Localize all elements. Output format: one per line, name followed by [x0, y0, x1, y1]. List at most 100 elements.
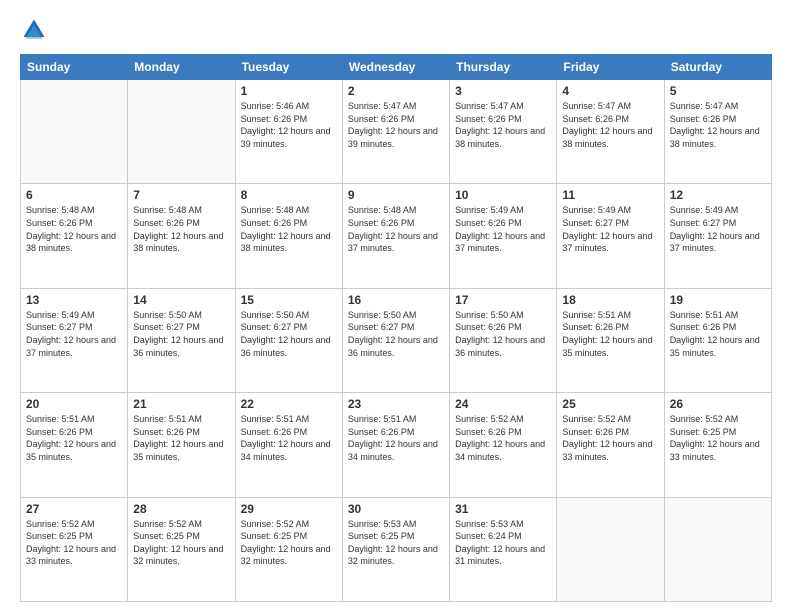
- day-number: 15: [241, 293, 337, 307]
- logo-icon: [20, 16, 48, 44]
- day-number: 4: [562, 84, 658, 98]
- day-number: 21: [133, 397, 229, 411]
- day-number: 20: [26, 397, 122, 411]
- day-cell: 11 Sunrise: 5:49 AMSunset: 6:27 PMDayligh…: [557, 184, 664, 288]
- day-cell: 10Sunrise: 5:49 AMSunset: 6:26 PMDayligh…: [450, 184, 557, 288]
- day-detail: Sunrise: 5:52 AMSunset: 6:25 PMDaylight:…: [26, 518, 122, 568]
- day-cell: 1Sunrise: 5:46 AMSunset: 6:26 PMDaylight…: [235, 80, 342, 184]
- day-cell: 29Sunrise: 5:52 AMSunset: 6:25 PMDayligh…: [235, 497, 342, 601]
- weekday-header-tuesday: Tuesday: [235, 55, 342, 80]
- day-detail: Sunrise: 5:53 AMSunset: 6:24 PMDaylight:…: [455, 518, 551, 568]
- day-number: 28: [133, 502, 229, 516]
- day-number: 12: [670, 188, 766, 202]
- weekday-header-sunday: Sunday: [21, 55, 128, 80]
- day-number: 24: [455, 397, 551, 411]
- day-detail: Sunrise: 5:50 AMSunset: 6:27 PMDaylight:…: [348, 309, 444, 359]
- day-detail: Sunrise: 5:48 AMSunset: 6:26 PMDaylight:…: [133, 204, 229, 254]
- day-number: 11: [562, 188, 658, 202]
- day-detail: Sunrise: 5:51 AMSunset: 6:26 PMDaylight:…: [348, 413, 444, 463]
- day-cell: 8 Sunrise: 5:48 AMSunset: 6:26 PMDaylight…: [235, 184, 342, 288]
- day-cell: 9 Sunrise: 5:48 AMSunset: 6:26 PMDaylight…: [342, 184, 449, 288]
- weekday-header-row: SundayMondayTuesdayWednesdayThursdayFrid…: [21, 55, 772, 80]
- day-cell: 28 Sunrise: 5:52 AMSunset: 6:25 PMDayligh…: [128, 497, 235, 601]
- day-cell: 22 Sunrise: 5:51 AMSunset: 6:26 PMDayligh…: [235, 393, 342, 497]
- day-cell: [21, 80, 128, 184]
- day-number: 23: [348, 397, 444, 411]
- day-number: 2: [348, 84, 444, 98]
- weekday-header-thursday: Thursday: [450, 55, 557, 80]
- day-number: 22: [241, 397, 337, 411]
- day-cell: [557, 497, 664, 601]
- day-detail: Sunrise: 5:52 AMSunset: 6:25 PMDaylight:…: [670, 413, 766, 463]
- day-detail: Sunrise: 5:48 AMSunset: 6:26 PMDaylight:…: [241, 204, 337, 254]
- day-detail: Sunrise: 5:49 AMSunset: 6:27 PMDaylight:…: [562, 204, 658, 254]
- day-cell: 27Sunrise: 5:52 AMSunset: 6:25 PMDayligh…: [21, 497, 128, 601]
- day-number: 6: [26, 188, 122, 202]
- day-detail: Sunrise: 5:47 AMSunset: 6:26 PMDaylight:…: [348, 100, 444, 150]
- week-row-3: 13 Sunrise: 5:49 AMSunset: 6:27 PMDayligh…: [21, 288, 772, 392]
- day-detail: Sunrise: 5:50 AMSunset: 6:27 PMDaylight:…: [241, 309, 337, 359]
- day-cell: [128, 80, 235, 184]
- day-cell: 19 Sunrise: 5:51 AMSunset: 6:26 PMDayligh…: [664, 288, 771, 392]
- day-cell: 24Sunrise: 5:52 AMSunset: 6:26 PMDayligh…: [450, 393, 557, 497]
- day-cell: 23 Sunrise: 5:51 AMSunset: 6:26 PMDayligh…: [342, 393, 449, 497]
- day-number: 3: [455, 84, 551, 98]
- day-detail: Sunrise: 5:51 AMSunset: 6:26 PMDaylight:…: [241, 413, 337, 463]
- day-number: 13: [26, 293, 122, 307]
- day-detail: Sunrise: 5:49 AMSunset: 6:26 PMDaylight:…: [455, 204, 551, 254]
- day-number: 8: [241, 188, 337, 202]
- day-cell: 31 Sunrise: 5:53 AMSunset: 6:24 PMDayligh…: [450, 497, 557, 601]
- day-number: 25: [562, 397, 658, 411]
- day-detail: Sunrise: 5:47 AMSunset: 6:26 PMDaylight:…: [670, 100, 766, 150]
- day-cell: 14 Sunrise: 5:50 AMSunset: 6:27 PMDayligh…: [128, 288, 235, 392]
- day-number: 14: [133, 293, 229, 307]
- logo: [20, 16, 52, 44]
- day-cell: 21 Sunrise: 5:51 AMSunset: 6:26 PMDayligh…: [128, 393, 235, 497]
- day-number: 1: [241, 84, 337, 98]
- page: SundayMondayTuesdayWednesdayThursdayFrid…: [0, 0, 792, 612]
- week-row-1: 1Sunrise: 5:46 AMSunset: 6:26 PMDaylight…: [21, 80, 772, 184]
- day-detail: Sunrise: 5:51 AMSunset: 6:26 PMDaylight:…: [562, 309, 658, 359]
- header: [20, 16, 772, 44]
- day-cell: 20Sunrise: 5:51 AMSunset: 6:26 PMDayligh…: [21, 393, 128, 497]
- day-detail: Sunrise: 5:52 AMSunset: 6:25 PMDaylight:…: [133, 518, 229, 568]
- day-cell: 7 Sunrise: 5:48 AMSunset: 6:26 PMDaylight…: [128, 184, 235, 288]
- day-cell: 4Sunrise: 5:47 AMSunset: 6:26 PMDaylight…: [557, 80, 664, 184]
- day-detail: Sunrise: 5:48 AMSunset: 6:26 PMDaylight:…: [348, 204, 444, 254]
- weekday-header-monday: Monday: [128, 55, 235, 80]
- day-detail: Sunrise: 5:50 AMSunset: 6:26 PMDaylight:…: [455, 309, 551, 359]
- day-detail: Sunrise: 5:47 AMSunset: 6:26 PMDaylight:…: [455, 100, 551, 150]
- day-cell: 13 Sunrise: 5:49 AMSunset: 6:27 PMDayligh…: [21, 288, 128, 392]
- week-row-5: 27Sunrise: 5:52 AMSunset: 6:25 PMDayligh…: [21, 497, 772, 601]
- day-number: 7: [133, 188, 229, 202]
- weekday-header-friday: Friday: [557, 55, 664, 80]
- day-cell: 6Sunrise: 5:48 AMSunset: 6:26 PMDaylight…: [21, 184, 128, 288]
- week-row-2: 6 Sunrise: 5:48 AMSunset: 6:26 PMDaylight…: [21, 184, 772, 288]
- day-detail: Sunrise: 5:52 AMSunset: 6:26 PMDaylight:…: [562, 413, 658, 463]
- day-cell: 18 Sunrise: 5:51 AMSunset: 6:26 PMDayligh…: [557, 288, 664, 392]
- weekday-header-wednesday: Wednesday: [342, 55, 449, 80]
- day-number: 17: [455, 293, 551, 307]
- week-row-4: 20 Sunrise: 5:51 AMSunset: 6:26 PMDayligh…: [21, 393, 772, 497]
- calendar: SundayMondayTuesdayWednesdayThursdayFrid…: [20, 54, 772, 602]
- day-number: 5: [670, 84, 766, 98]
- day-detail: Sunrise: 5:51 AMSunset: 6:26 PMDaylight:…: [133, 413, 229, 463]
- day-detail: Sunrise: 5:49 AMSunset: 6:27 PMDaylight:…: [26, 309, 122, 359]
- day-number: 18: [562, 293, 658, 307]
- day-detail: Sunrise: 5:51 AMSunset: 6:26 PMDaylight:…: [670, 309, 766, 359]
- day-number: 16: [348, 293, 444, 307]
- day-cell: 5 Sunrise: 5:47 AMSunset: 6:26 PMDaylight…: [664, 80, 771, 184]
- day-number: 9: [348, 188, 444, 202]
- day-number: 31: [455, 502, 551, 516]
- day-cell: 26 Sunrise: 5:52 AMSunset: 6:25 PMDayligh…: [664, 393, 771, 497]
- day-cell: [664, 497, 771, 601]
- day-number: 26: [670, 397, 766, 411]
- day-cell: 12Sunrise: 5:49 AMSunset: 6:27 PMDayligh…: [664, 184, 771, 288]
- day-cell: 3 Sunrise: 5:47 AMSunset: 6:26 PMDaylight…: [450, 80, 557, 184]
- day-cell: 2 Sunrise: 5:47 AMSunset: 6:26 PMDaylight…: [342, 80, 449, 184]
- day-cell: 15 Sunrise: 5:50 AMSunset: 6:27 PMDayligh…: [235, 288, 342, 392]
- day-detail: Sunrise: 5:53 AMSunset: 6:25 PMDaylight:…: [348, 518, 444, 568]
- day-number: 30: [348, 502, 444, 516]
- day-number: 19: [670, 293, 766, 307]
- day-detail: Sunrise: 5:50 AMSunset: 6:27 PMDaylight:…: [133, 309, 229, 359]
